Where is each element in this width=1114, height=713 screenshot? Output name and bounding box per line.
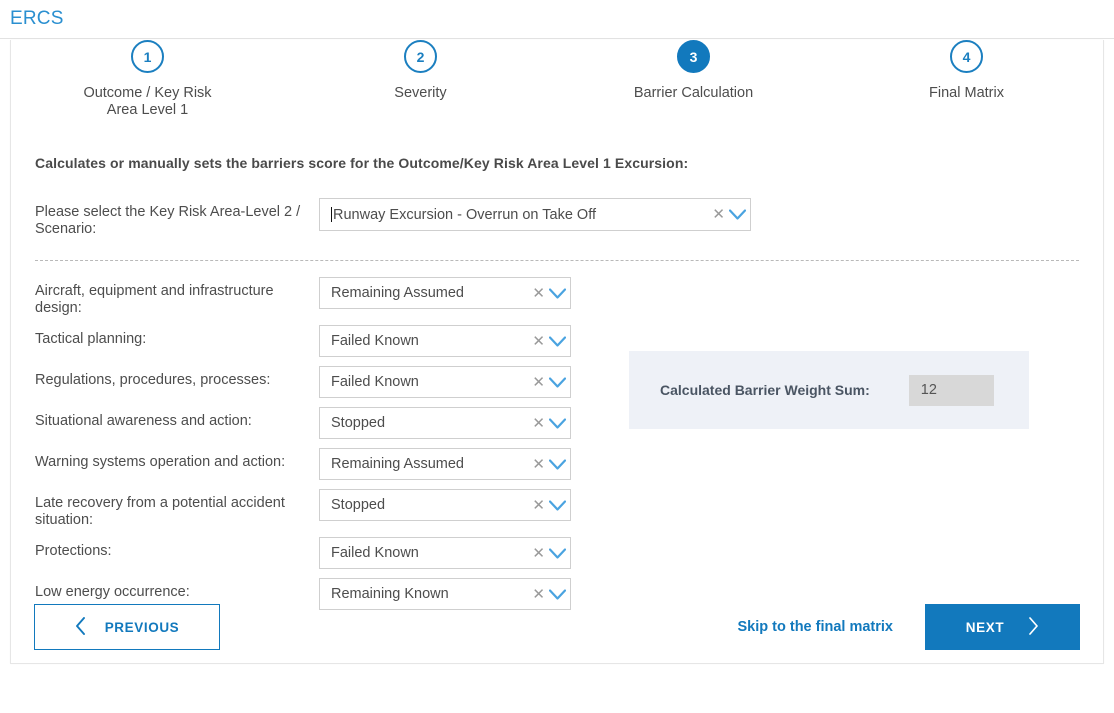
barrier-label: Protections:: [35, 543, 112, 559]
barrier-list: Aircraft, equipment and infrastructure d…: [35, 277, 595, 619]
page-header: ERCS: [0, 0, 1114, 38]
step-outcome-key-risk-area-level-1[interactable]: 1 Outcome / Key Risk Area Level 1: [11, 40, 284, 119]
barrier-row: Regulations, procedures, processes: Fail…: [35, 366, 595, 399]
stepper: 1 Outcome / Key Risk Area Level 1 2 Seve…: [11, 40, 1103, 119]
barrier-select-value: Remaining Known: [331, 586, 449, 602]
clear-icon[interactable]: ✕: [709, 207, 728, 222]
clear-icon[interactable]: ✕: [529, 498, 548, 513]
chevron-down-icon[interactable]: [548, 547, 570, 559]
chevron-down-icon[interactable]: [548, 376, 570, 388]
barrier-section: Aircraft, equipment and infrastructure d…: [35, 277, 1079, 619]
chevron-down-icon[interactable]: [548, 417, 570, 429]
step-number-badge: 4: [950, 40, 983, 73]
wizard-card: 1 Outcome / Key Risk Area Level 1 2 Seve…: [10, 40, 1104, 664]
barrier-row: Warning systems operation and action: Re…: [35, 448, 595, 481]
section-divider: [35, 260, 1079, 261]
step-label: Outcome / Key Risk Area Level 1: [83, 85, 212, 118]
barrier-row: Tactical planning: Failed Known ✕: [35, 325, 595, 358]
clear-icon[interactable]: ✕: [529, 375, 548, 390]
barrier-select[interactable]: Stopped ✕: [319, 407, 571, 439]
barrier-row: Protections: Failed Known ✕: [35, 537, 595, 570]
chevron-down-icon[interactable]: [548, 588, 570, 600]
barrier-row: Aircraft, equipment and infrastructure d…: [35, 277, 595, 317]
chevron-down-icon[interactable]: [548, 335, 570, 347]
step-number-badge: 2: [404, 40, 437, 73]
barrier-select-value: Failed Known: [331, 374, 419, 390]
barrier-label: Regulations, procedures, processes:: [35, 372, 271, 388]
step-barrier-calculation[interactable]: 3 Barrier Calculation: [557, 40, 830, 119]
clear-icon[interactable]: ✕: [529, 286, 548, 301]
step-number-badge: 1: [131, 40, 164, 73]
barrier-select-value: Remaining Assumed: [331, 285, 464, 301]
barrier-select-value: Stopped: [331, 497, 386, 513]
barrier-select-value: Failed Known: [331, 333, 419, 349]
barrier-label: Warning systems operation and action:: [35, 454, 286, 470]
barrier-select-value: Failed Known: [331, 545, 419, 561]
chevron-left-icon: [75, 616, 86, 638]
barrier-row: Late recovery from a potential accident …: [35, 489, 595, 529]
barrier-select[interactable]: Failed Known ✕: [319, 537, 571, 569]
intro-text: Calculates or manually sets the barriers…: [35, 155, 689, 171]
next-button-label: NEXT: [965, 619, 1005, 635]
step-final-matrix[interactable]: 4 Final Matrix: [830, 40, 1103, 119]
step-number-badge: 3: [677, 40, 710, 73]
barrier-select[interactable]: Failed Known ✕: [319, 325, 571, 357]
previous-button-label: PREVIOUS: [104, 619, 180, 635]
clear-icon[interactable]: ✕: [529, 334, 548, 349]
chevron-down-icon[interactable]: [548, 499, 570, 511]
barrier-label: Aircraft, equipment and infrastructure d…: [35, 283, 274, 316]
barrier-row: Situational awareness and action: Stoppe…: [35, 407, 595, 440]
header-divider: [0, 38, 1114, 39]
barrier-select[interactable]: Stopped ✕: [319, 489, 571, 521]
step-severity[interactable]: 2 Severity: [284, 40, 557, 119]
barrier-select[interactable]: Remaining Assumed ✕: [319, 448, 571, 480]
chevron-down-icon[interactable]: [728, 209, 750, 220]
chevron-right-icon: [1028, 616, 1039, 638]
app-title: ERCS: [10, 8, 64, 29]
barrier-select-value: Remaining Assumed: [331, 456, 464, 472]
barrier-label: Low energy occurrence:: [35, 584, 190, 600]
step-label: Barrier Calculation: [633, 85, 754, 101]
clear-icon[interactable]: ✕: [529, 587, 548, 602]
barrier-weight-sum-value: 12: [908, 374, 994, 406]
scenario-select-value: Runway Excursion - Overrun on Take Off: [333, 206, 596, 223]
clear-icon[interactable]: ✕: [529, 546, 548, 561]
barrier-weight-sum-label: Calculated Barrier Weight Sum:: [660, 382, 870, 398]
skip-to-final-matrix-link[interactable]: Skip to the final matrix: [738, 619, 894, 635]
barrier-label: Late recovery from a potential accident …: [35, 495, 285, 528]
clear-icon[interactable]: ✕: [529, 416, 548, 431]
text-caret: [331, 207, 332, 222]
barrier-weight-sum-panel: Calculated Barrier Weight Sum: 12: [629, 351, 1029, 429]
clear-icon[interactable]: ✕: [529, 457, 548, 472]
scenario-select[interactable]: Runway Excursion - Overrun on Take Off ✕: [319, 198, 751, 231]
footer-right-actions: Skip to the final matrix NEXT: [738, 604, 1080, 650]
scenario-label: Please select the Key Risk Area-Level 2 …: [35, 204, 301, 237]
barrier-select-value: Stopped: [331, 415, 386, 431]
barrier-select[interactable]: Remaining Assumed ✕: [319, 277, 571, 309]
barrier-label: Tactical planning:: [35, 331, 147, 347]
barrier-label: Situational awareness and action:: [35, 413, 252, 429]
chevron-down-icon[interactable]: [548, 287, 570, 299]
card-body: Calculates or manually sets the barriers…: [11, 155, 1103, 619]
previous-button[interactable]: PREVIOUS: [34, 604, 220, 650]
step-label: Severity: [394, 85, 447, 101]
wizard-footer: PREVIOUS Skip to the final matrix NEXT: [11, 604, 1103, 650]
next-button[interactable]: NEXT: [925, 604, 1080, 650]
step-label: Final Matrix: [929, 85, 1004, 101]
chevron-down-icon[interactable]: [548, 458, 570, 470]
barrier-select[interactable]: Failed Known ✕: [319, 366, 571, 398]
scenario-row: Please select the Key Risk Area-Level 2 …: [35, 198, 1079, 238]
